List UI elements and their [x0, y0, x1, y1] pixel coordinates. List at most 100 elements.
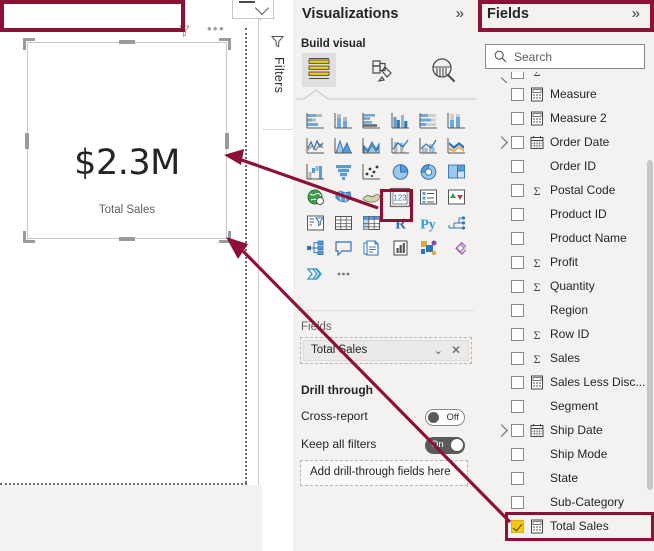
field-checkbox[interactable] [511, 72, 524, 79]
field-checkbox[interactable] [511, 280, 524, 293]
chevrons-right-icon[interactable]: » [456, 6, 464, 22]
field-list-item-order-date[interactable]: Order Date [478, 131, 654, 155]
map-icon[interactable] [301, 185, 329, 211]
field-checkbox[interactable] [511, 472, 524, 485]
field-list-item-product-name[interactable]: Product Name [478, 227, 654, 251]
hundred-percent-stacked-column-icon[interactable] [442, 108, 470, 134]
field-checkbox[interactable] [511, 256, 524, 269]
table-icon[interactable] [329, 210, 357, 236]
multi-row-card-icon[interactable] [414, 185, 442, 211]
tab-format-visual[interactable] [365, 53, 399, 87]
resize-handle-left[interactable] [25, 132, 29, 149]
field-list-item-row-id[interactable]: Σ Row ID [478, 323, 654, 347]
field-list-item-postal-code[interactable]: Σ Postal Code [478, 179, 654, 203]
decomposition-tree-icon[interactable] [442, 210, 470, 236]
canvas-collapse-dropdown[interactable] [232, 0, 274, 19]
area-chart-icon[interactable] [329, 134, 357, 160]
power-apps-icon[interactable] [386, 236, 414, 262]
field-checkbox[interactable] [511, 184, 524, 197]
field-checkbox[interactable] [511, 88, 524, 101]
more-visuals-icon[interactable] [329, 261, 357, 287]
field-chip-total-sales[interactable]: Total Sales ⌄ ✕ [303, 340, 469, 361]
field-list-item-profit[interactable]: Σ Profit [478, 251, 654, 275]
donut-chart-icon[interactable] [414, 159, 442, 185]
ribbon-chart-icon[interactable] [442, 134, 470, 160]
field-list-item-quantity[interactable]: Σ Quantity [478, 275, 654, 299]
chevron-right-icon[interactable] [495, 424, 508, 437]
python-visual-icon[interactable]: Py [414, 210, 442, 236]
r-script-visual-icon[interactable]: R [386, 210, 414, 236]
field-checkbox[interactable] [511, 448, 524, 461]
field-list-item-partial[interactable]: Σ [478, 72, 654, 83]
field-list-item-product-id[interactable]: Product ID [478, 203, 654, 227]
kpi-icon[interactable] [442, 185, 470, 211]
pie-chart-icon[interactable] [386, 159, 414, 185]
slicer-icon[interactable] [301, 210, 329, 236]
field-list-item-ship-mode[interactable]: Ship Mode [478, 443, 654, 467]
stacked-area-chart-icon[interactable] [358, 134, 386, 160]
drill-through-dropzone[interactable]: Add drill-through fields here [300, 460, 468, 486]
field-checkbox[interactable] [511, 232, 524, 245]
resize-handle-top-right[interactable] [219, 38, 231, 50]
field-list-item-segment[interactable]: Segment [478, 395, 654, 419]
field-list-item-measure-2[interactable]: Measure 2 [478, 107, 654, 131]
funnel-chart-icon[interactable] [329, 159, 357, 185]
tab-analytics[interactable] [426, 53, 460, 87]
card-123-icon[interactable]: 123 [386, 185, 414, 211]
field-list-item-order-id[interactable]: Order ID [478, 155, 654, 179]
power-automate-icon[interactable] [414, 236, 442, 262]
line-clustered-column-icon[interactable] [414, 134, 442, 160]
field-checkbox[interactable] [511, 112, 524, 125]
scatter-chart-icon[interactable] [358, 159, 386, 185]
field-list-item-sub-category[interactable]: Sub-Category [478, 491, 654, 515]
field-checkbox[interactable] [511, 136, 524, 149]
paginated-report-icon[interactable] [358, 236, 386, 262]
waterfall-chart-icon[interactable] [301, 159, 329, 185]
field-list-item-sales-less-disc[interactable]: Sales Less Disc... [478, 371, 654, 395]
chevron-down-icon[interactable]: ⌄ [434, 344, 443, 357]
cross-report-toggle[interactable]: Off [425, 409, 465, 426]
field-checkbox[interactable] [511, 160, 524, 173]
field-checkbox[interactable] [511, 424, 524, 437]
smart-narrative-icon[interactable] [329, 236, 357, 262]
field-checkbox[interactable] [511, 400, 524, 413]
resize-handle-bottom-left[interactable] [23, 231, 35, 243]
line-stacked-column-icon[interactable] [386, 134, 414, 160]
close-x-icon[interactable]: ✕ [451, 343, 461, 357]
azure-map-icon[interactable] [301, 261, 329, 287]
line-chart-icon[interactable] [301, 134, 329, 160]
resize-handle-top-left[interactable] [23, 38, 35, 50]
fields-search-box[interactable]: Search [485, 44, 645, 69]
field-checkbox[interactable] [511, 208, 524, 221]
fields-list[interactable]: Σ Measure Measure 2 Order Date Order ID Σ Post… [478, 72, 654, 551]
stacked-bar-chart-icon[interactable] [301, 108, 329, 134]
field-list-item-region[interactable]: Region [478, 299, 654, 323]
stacked-column-chart-icon[interactable] [329, 108, 357, 134]
field-list-item-ship-date[interactable]: Ship Date [478, 419, 654, 443]
more-options-icon[interactable]: ••• [207, 22, 225, 36]
field-checkbox[interactable] [511, 352, 524, 365]
card-visual[interactable]: $2.3M Total Sales [23, 38, 231, 243]
field-list-item-total-sales[interactable]: Total Sales [478, 515, 654, 539]
field-checkbox[interactable] [511, 304, 524, 317]
filters-pane-collapsed[interactable]: Filters [262, 19, 294, 551]
keep-all-filters-toggle[interactable]: On [425, 437, 465, 454]
fields-list-scrollbar[interactable] [647, 160, 653, 490]
fields-well-dropzone[interactable]: Total Sales ⌄ ✕ [300, 337, 472, 364]
field-checkbox[interactable] [511, 328, 524, 341]
field-checkbox[interactable] [511, 520, 524, 533]
hundred-percent-stacked-bar-icon[interactable] [414, 108, 442, 134]
chevrons-right-icon[interactable]: » [632, 6, 640, 22]
field-list-item-measure[interactable]: Measure [478, 83, 654, 107]
matrix-icon[interactable] [358, 210, 386, 236]
tab-build-visual[interactable] [302, 53, 336, 87]
clustered-bar-chart-icon[interactable] [358, 108, 386, 134]
chevron-right-icon[interactable] [495, 136, 508, 149]
field-checkbox[interactable] [511, 376, 524, 389]
resize-handle-right[interactable] [225, 132, 229, 149]
resize-handle-bottom[interactable] [119, 237, 135, 241]
treemap-icon[interactable] [442, 159, 470, 185]
field-checkbox[interactable] [511, 496, 524, 509]
key-influencers-icon[interactable] [301, 236, 329, 262]
shape-map-icon[interactable] [358, 185, 386, 211]
